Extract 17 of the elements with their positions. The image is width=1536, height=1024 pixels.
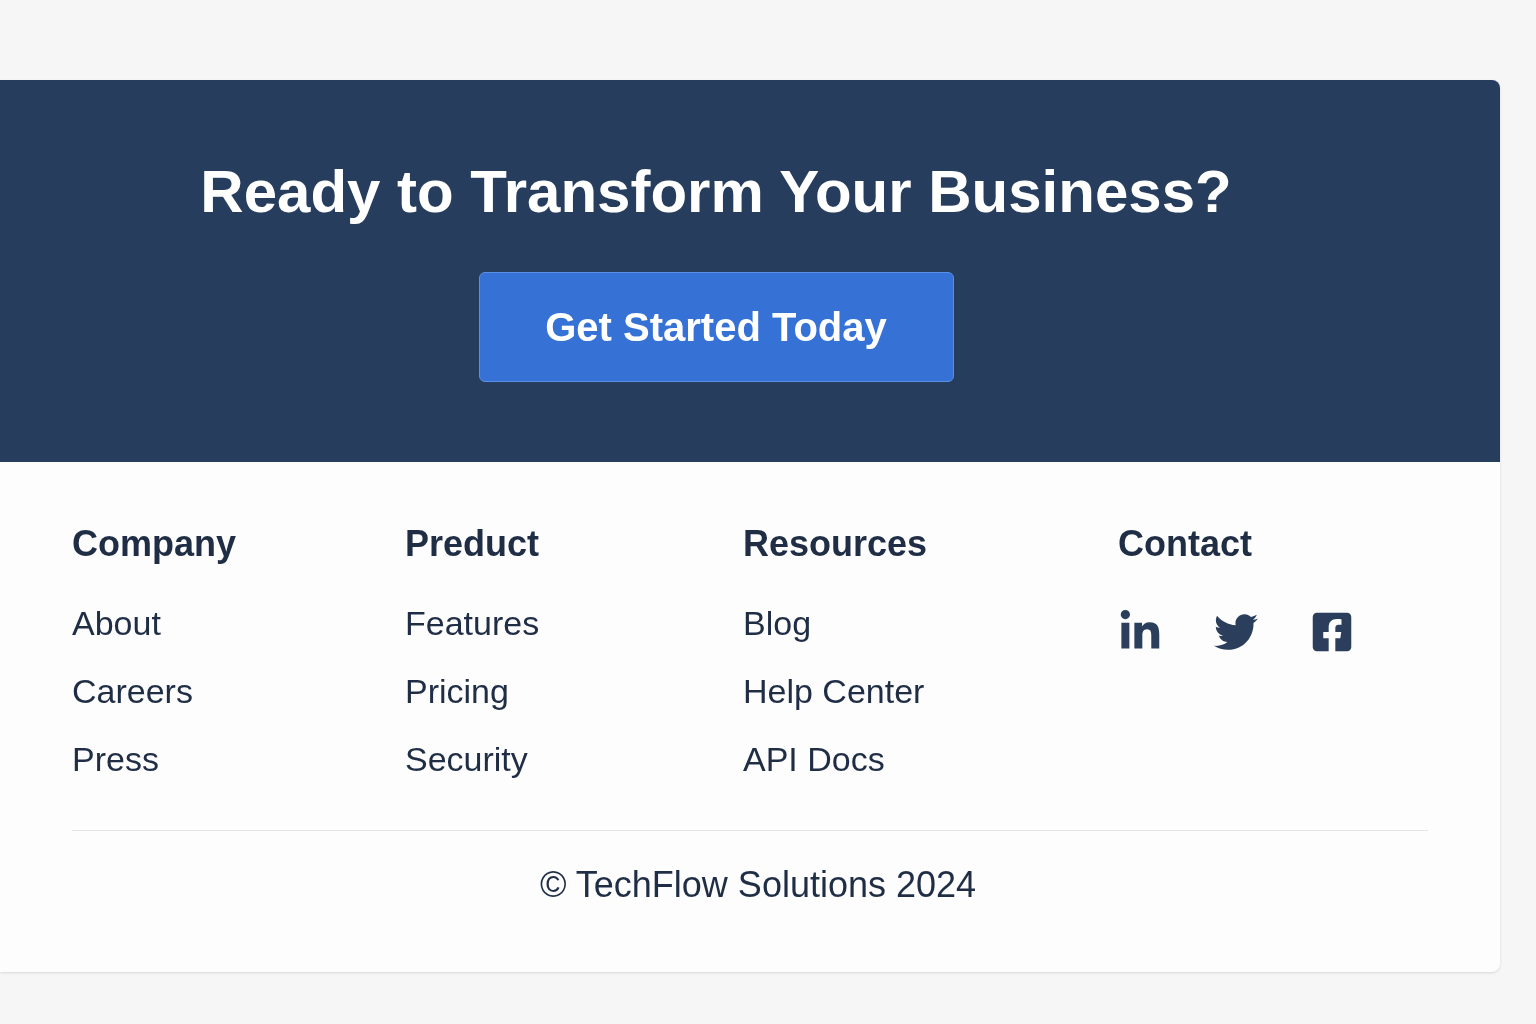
column-heading: Contact <box>1118 526 1253 562</box>
column-heading: Resources <box>743 526 929 562</box>
copyright-text: © TechFlow Solutions 2024 <box>539 867 977 903</box>
footer-link[interactable]: Blog <box>743 606 812 640</box>
footer-link[interactable]: Security <box>405 742 528 776</box>
footer-link[interactable]: Features <box>405 606 540 640</box>
footer-link[interactable]: Help Center <box>743 674 925 708</box>
cta-heading: Ready to Transform Your Business? <box>200 162 1232 222</box>
footer-link[interactable]: Pricing <box>405 674 509 708</box>
footer-link[interactable]: About <box>72 606 161 640</box>
get-started-button[interactable]: Get Started Today <box>478 272 954 382</box>
footer-link[interactable]: Press <box>72 742 159 776</box>
column-heading: Preduct <box>405 526 541 562</box>
footer-link[interactable]: API Docs <box>743 742 885 776</box>
footer-link[interactable]: Careers <box>72 674 193 708</box>
column-heading: Company <box>72 526 238 562</box>
facebook-icon[interactable] <box>1310 610 1354 654</box>
